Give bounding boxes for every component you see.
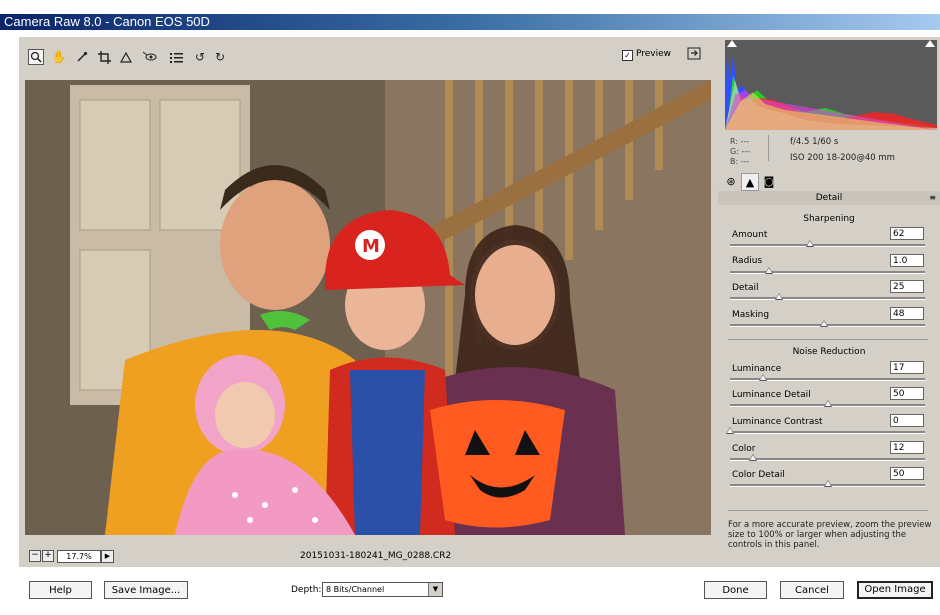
tab-basic-aperture-icon[interactable]: ⊛ [722,173,740,191]
amount-thumb[interactable] [805,240,814,247]
right-panel: R: --- G: --- B: --- f/4.5 1/60 s ISO 20… [718,40,940,567]
r-value: R: --- [730,137,750,146]
amount-label: Amount [732,230,768,240]
panel-menu-icon[interactable]: ≡ [929,191,936,205]
bottom-bar: Help Save Image... Depth: 8 Bits/Channel… [0,575,940,615]
aperture-shutter-info: f/4.5 1/60 s [790,137,839,147]
luminance-detail-slider[interactable] [730,400,925,407]
detail-value[interactable]: 25 [890,280,924,293]
luminance-value[interactable]: 17 [890,361,924,374]
chevron-down-icon[interactable]: ▼ [428,583,442,596]
help-button[interactable]: Help [29,581,92,599]
panel-title: Detail [815,193,843,203]
color-label: Color [732,444,756,454]
hand-icon[interactable]: ✋ [51,49,67,65]
tab-camera-calibration-icon[interactable]: ◙ [760,173,778,191]
detail-thumb[interactable] [774,293,783,300]
filename-label: 20151031-180241_MG_0288.CR2 [300,551,452,561]
color-slider[interactable] [730,454,925,461]
histogram [725,40,937,130]
radius-slider[interactable] [730,267,925,274]
done-button[interactable]: Done [704,581,767,599]
highlight-clipping-warning-icon[interactable] [925,40,935,47]
color-detail-thumb[interactable] [823,480,832,487]
masking-slider[interactable] [730,320,925,327]
rotate-ccw-icon[interactable]: ↺ [192,49,208,65]
straighten-icon[interactable] [118,49,134,65]
tab-detail-mountain-icon[interactable]: ▲ [741,173,759,191]
depth-label: Depth: [291,585,322,595]
section-divider-bottom [728,510,928,511]
family-halloween-photo: M [25,80,711,535]
section-divider [728,339,928,340]
info-divider [768,135,769,161]
masking-label: Masking [732,310,770,320]
zoom-level-field[interactable]: 17.7% [57,550,101,563]
rotate-cw-icon[interactable]: ↻ [212,49,228,65]
window-title-bar: Camera Raw 8.0 - Canon EOS 50D [0,14,940,30]
detail-slider[interactable] [730,293,925,300]
luminance-slider[interactable] [730,374,925,381]
rgb-readout: R: --- G: --- B: --- [730,137,750,167]
list-icon[interactable] [168,49,184,65]
zoom-out-button[interactable]: − [29,550,41,562]
panel-tabs: ⊛ ▲ ◙ [722,173,938,191]
color-detail-label: Color Detail [732,470,785,480]
luminance-detail-label: Luminance Detail [732,390,811,400]
color-value[interactable]: 12 [890,441,924,454]
luminance-label: Luminance [732,364,782,374]
status-bar: − + 17.7% ▶ 20151031-180241_MG_0288.CR2 [25,546,711,564]
preview-size-note: For a more accurate preview, zoom the pr… [728,520,932,550]
red-eye-icon[interactable] [142,49,158,65]
color-thumb[interactable] [749,454,758,461]
masking-thumb[interactable] [819,320,828,327]
luminance-detail-thumb[interactable] [823,400,832,407]
luminance-contrast-value[interactable]: 0 [890,414,924,427]
preview-label: Preview [636,49,672,59]
sharpening-title: Sharpening [803,214,855,224]
fullscreen-icon[interactable] [686,47,702,63]
amount-slider[interactable] [730,240,925,247]
toolbar: ✋ ↺ ↻ ✓ Preview [22,43,712,73]
g-value: G: --- [730,147,751,156]
zoom-menu-arrow-icon[interactable]: ▶ [101,550,114,563]
detail-label: Detail [732,283,759,293]
radius-label: Radius [732,256,763,266]
preview-checkbox[interactable]: ✓ [622,50,633,61]
depth-value: 8 Bits/Channel [326,585,385,594]
iso-lens-info: ISO 200 18-200@40 mm [790,153,895,163]
luminance-contrast-label: Luminance Contrast [732,417,823,427]
shadow-clipping-warning-icon[interactable] [727,40,737,47]
noise-reduction-title: Noise Reduction [792,347,866,357]
svg-text:M: M [362,236,380,257]
radius-value[interactable]: 1.0 [890,254,924,267]
luminance-contrast-slider[interactable] [726,427,925,434]
zoom-tool-magnifier-icon[interactable] [28,49,44,65]
cancel-button[interactable]: Cancel [780,581,844,599]
crop-icon[interactable] [96,49,112,65]
luminance-detail-value[interactable]: 50 [890,387,924,400]
color-detail-value[interactable]: 50 [890,467,924,480]
masking-value[interactable]: 48 [890,307,924,320]
luminance-contrast-thumb[interactable] [726,427,734,434]
amount-value[interactable]: 62 [890,227,924,240]
radius-thumb[interactable] [765,267,773,274]
luminance-thumb[interactable] [759,374,768,381]
color-detail-slider[interactable] [730,480,925,487]
open-image-button[interactable]: Open Image [857,581,933,599]
b-value: B: --- [730,157,750,166]
window-title: Camera Raw 8.0 - Canon EOS 50D [4,14,210,29]
eyedropper-icon[interactable] [74,49,90,65]
save-image-button[interactable]: Save Image... [104,581,188,599]
panel-header: Detail ≡ [718,191,940,205]
image-preview[interactable]: M [25,80,711,535]
depth-select[interactable]: 8 Bits/Channel ▼ [322,582,443,597]
zoom-in-button[interactable]: + [42,550,54,562]
